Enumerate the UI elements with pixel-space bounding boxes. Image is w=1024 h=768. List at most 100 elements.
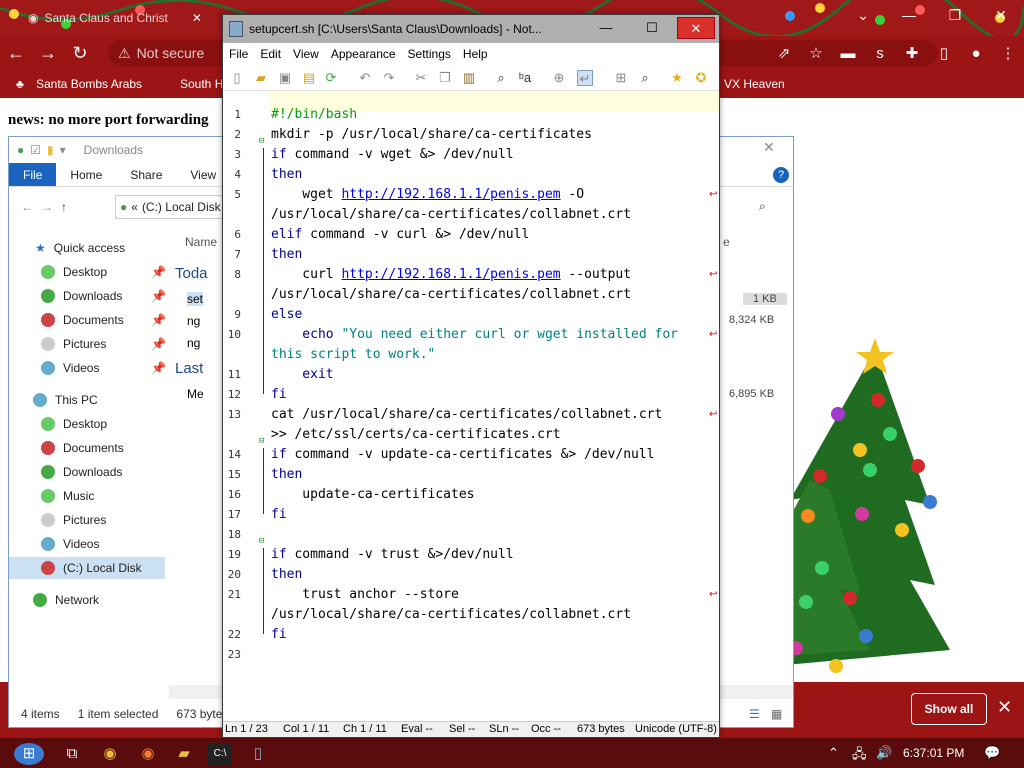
menu-edit[interactable]: Edit: [254, 43, 287, 65]
bookmark-star-icon[interactable]: ☆: [800, 44, 832, 62]
notepad2-icon[interactable]: ▯: [246, 743, 270, 765]
code-editor[interactable]: 1 2 3 4 5 6 7 8 9 10 11 12 13 14 15 16 17 18 19 20 21 22 23 ⊟ …: [223, 91, 719, 721]
pin-icon[interactable]: 📌: [151, 337, 166, 351]
chevron-up-icon[interactable]: ⌃: [828, 745, 839, 761]
nav-pc-downloads[interactable]: Downloads: [41, 461, 122, 483]
volume-icon[interactable]: 🔊: [876, 745, 892, 761]
back-arrow-icon[interactable]: ←: [21, 200, 33, 214]
file-row[interactable]: ng: [187, 314, 200, 328]
checkbox-icon[interactable]: ☑: [30, 143, 41, 157]
back-arrow-icon[interactable]: ←: [0, 43, 32, 64]
nav-local-disk[interactable]: (C:) Local Disk: [9, 557, 165, 579]
minimize-icon[interactable]: —: [587, 17, 625, 39]
chrome-icon[interactable]: ◉: [98, 743, 122, 765]
paste-icon[interactable]: ▥: [461, 70, 477, 86]
nav-pc-desktop[interactable]: Desktop: [41, 413, 107, 435]
explorer-address-bar[interactable]: ● « (C:) Local Disk: [115, 195, 235, 219]
minimize-icon[interactable]: —: [886, 4, 932, 28]
pin-icon[interactable]: 📌: [151, 313, 166, 327]
zoom-in-icon[interactable]: ⌕: [637, 70, 653, 86]
close-icon[interactable]: ✕: [763, 139, 775, 156]
network-icon[interactable]: 🖧: [852, 745, 867, 767]
file-row[interactable]: Me: [187, 387, 204, 401]
notifications-icon[interactable]: 💬: [984, 745, 1000, 761]
ribbon-tab-home[interactable]: Home: [56, 163, 116, 186]
chevron-down-icon[interactable]: ▾: [60, 143, 66, 157]
task-view-icon[interactable]: ⧉: [60, 743, 84, 765]
menu-appearance[interactable]: Appearance: [325, 43, 402, 65]
help-icon[interactable]: ?: [773, 167, 789, 183]
file-explorer-icon[interactable]: ▰: [172, 743, 196, 765]
nav-desktop[interactable]: Desktop: [41, 261, 107, 283]
fold-toggle-icon[interactable]: ⊟: [259, 136, 264, 146]
scheme-icon[interactable]: ⊞: [613, 70, 629, 86]
status-encoding[interactable]: Unicode (UTF-8): [635, 723, 717, 735]
ribbon-tab-file[interactable]: File: [9, 163, 57, 186]
fold-toggle-icon[interactable]: ⊟: [259, 536, 264, 546]
nav-quick-access[interactable]: ★ Quick access: [35, 237, 125, 259]
extension-flag-icon[interactable]: ▬: [832, 45, 864, 62]
fold-toggle-icon[interactable]: ⊟: [259, 436, 264, 446]
undo-icon[interactable]: ↶: [357, 70, 373, 86]
close-icon[interactable]: ✕: [997, 697, 1012, 718]
file-row[interactable]: set: [187, 292, 204, 306]
redo-icon[interactable]: ↷: [381, 70, 397, 86]
add-favorite-icon[interactable]: ✪: [693, 70, 709, 86]
address-overflow-icon[interactable]: «: [131, 200, 138, 214]
refresh-icon[interactable]: ⟳: [323, 70, 339, 86]
menu-settings[interactable]: Settings: [402, 43, 457, 65]
start-button-icon[interactable]: ⊞: [14, 743, 44, 765]
file-row[interactable]: ng: [187, 336, 200, 350]
replace-icon[interactable]: ᵇa: [517, 70, 533, 86]
forward-arrow-icon[interactable]: →: [41, 200, 53, 214]
sidepanel-icon[interactable]: ▯: [928, 44, 960, 62]
maximize-icon[interactable]: ☐: [633, 17, 671, 39]
nav-pc-videos[interactable]: Videos: [41, 533, 99, 555]
word-wrap-icon[interactable]: ↵: [577, 70, 593, 86]
profile-icon[interactable]: ●: [960, 45, 992, 62]
puzzle-icon[interactable]: ✚: [896, 44, 928, 62]
pin-icon[interactable]: 📌: [151, 265, 166, 279]
copy-icon[interactable]: ❐: [437, 70, 453, 86]
nav-pc-music[interactable]: Music: [41, 485, 94, 507]
nav-this-pc[interactable]: This PC: [33, 389, 98, 411]
ribbon-tab-share[interactable]: Share: [116, 163, 176, 186]
forward-arrow-icon[interactable]: →: [32, 43, 64, 64]
details-view-icon[interactable]: ☰: [749, 707, 760, 721]
browser-tab-active[interactable]: ◉ Santa Claus and Christ ✕: [20, 6, 210, 30]
extension-s-icon[interactable]: s: [864, 45, 896, 62]
nav-downloads[interactable]: Downloads: [41, 285, 122, 307]
new-file-icon[interactable]: ▯: [229, 70, 245, 86]
bookmark-item[interactable]: VX Heaven: [724, 77, 785, 91]
zoom-icon[interactable]: ⊕: [551, 70, 567, 86]
chevron-down-icon[interactable]: ⌄: [840, 4, 886, 28]
group-header-last[interactable]: Last: [175, 360, 203, 377]
code-url[interactable]: http://192.168.1.1/penis.pem: [341, 267, 560, 282]
nav-videos[interactable]: Videos: [41, 357, 99, 379]
pin-icon[interactable]: 📌: [151, 361, 166, 375]
nav-pc-pictures[interactable]: Pictures: [41, 509, 106, 531]
close-icon[interactable]: ✕: [677, 17, 715, 39]
share-icon[interactable]: ⇗: [768, 44, 800, 62]
column-header-size[interactable]: e: [723, 235, 730, 249]
search-icon[interactable]: ⌕: [759, 199, 766, 214]
up-arrow-icon[interactable]: ↑: [61, 200, 67, 214]
menu-file[interactable]: File: [223, 43, 254, 65]
kebab-menu-icon[interactable]: ⋮: [992, 44, 1024, 62]
bookmark-item[interactable]: South H: [180, 77, 223, 91]
favorites-icon[interactable]: ★: [669, 70, 685, 86]
pin-icon[interactable]: 📌: [151, 289, 166, 303]
tiles-view-icon[interactable]: ▦: [771, 707, 782, 721]
find-icon[interactable]: ⌕: [493, 70, 509, 86]
column-header-name[interactable]: Name: [185, 235, 217, 249]
command-prompt-icon[interactable]: C:\: [208, 743, 232, 765]
browse-icon[interactable]: ▤: [301, 70, 317, 86]
nav-network[interactable]: Network: [33, 589, 99, 611]
code-url[interactable]: http://192.168.1.1/penis.pem: [341, 187, 560, 202]
reload-icon[interactable]: ↻: [64, 43, 96, 64]
tab-close-icon[interactable]: ✕: [192, 11, 202, 25]
menu-help[interactable]: Help: [457, 43, 494, 65]
close-icon[interactable]: ✕: [978, 4, 1024, 28]
firefox-icon[interactable]: ◉: [136, 743, 160, 765]
group-header-today[interactable]: Toda: [175, 265, 208, 282]
